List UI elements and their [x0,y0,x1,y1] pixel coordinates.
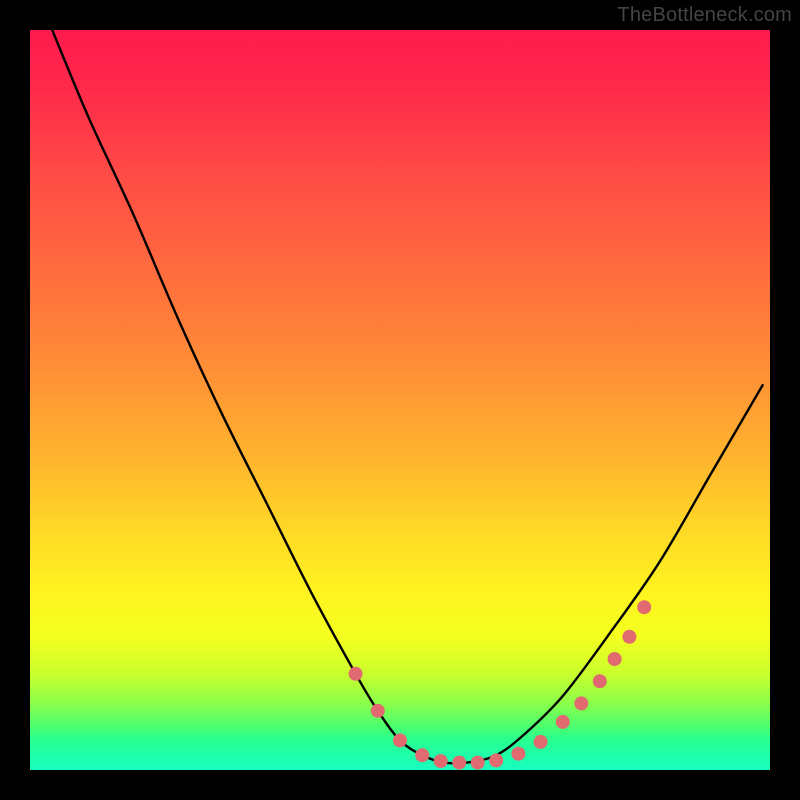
marker-dot [415,748,429,762]
marker-dot [489,753,503,767]
plot-area [30,30,770,770]
bottleneck-curve [52,30,762,764]
watermark-text: TheBottleneck.com [617,4,792,27]
marker-dot [534,735,548,749]
marker-dot [511,747,525,761]
marker-dot [371,704,385,718]
marker-dot [574,696,588,710]
highlight-markers [349,600,652,769]
marker-dot [593,674,607,688]
marker-dot [434,754,448,768]
marker-dot [637,600,651,614]
marker-dot [393,733,407,747]
marker-dot [556,715,570,729]
marker-dot [349,667,363,681]
curve-svg [30,30,770,770]
marker-dot [452,756,466,770]
marker-dot [471,756,485,770]
marker-dot [622,630,636,644]
chart-frame: TheBottleneck.com [0,0,800,800]
marker-dot [608,652,622,666]
